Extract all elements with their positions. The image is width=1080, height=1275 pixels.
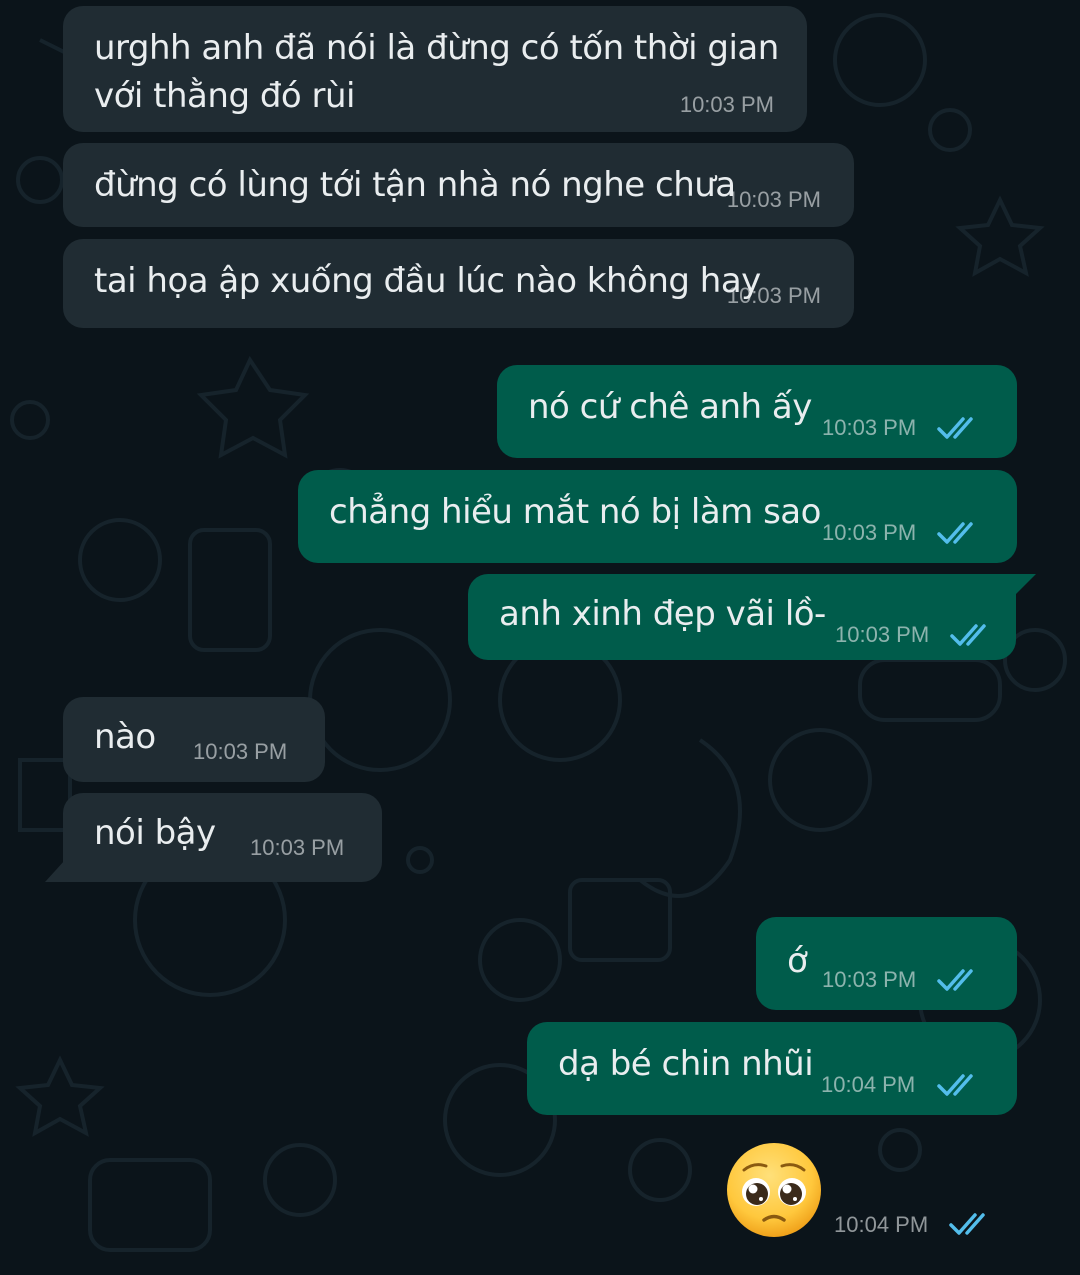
message-text: nào: [94, 717, 156, 757]
message-text: ớ: [787, 941, 808, 981]
message-outgoing[interactable]: chẳng hiểu mắt nó bị làm sao 10:03 PM: [298, 470, 1017, 563]
message-time: 10:03 PM: [250, 835, 345, 860]
message-time: 10:04 PM: [834, 1212, 929, 1237]
message-outgoing-emoji[interactable]: 10:04 PM: [720, 1140, 1010, 1250]
message-text: tai họa ập xuống đầu lúc nào không hay: [94, 261, 761, 301]
pleading-face-emoji: [727, 1143, 821, 1237]
message-outgoing[interactable]: anh xinh đẹp vãi lồ- 10:03 PM: [468, 574, 1036, 660]
message-incoming[interactable]: urghh anh đã nói là đừng có tốn thời gia…: [63, 6, 807, 132]
message-text: nó cứ chê anh ấy: [528, 387, 812, 427]
message-incoming[interactable]: đừng có lùng tới tận nhà nó nghe chưa 10…: [63, 143, 854, 227]
message-text: chẳng hiểu mắt nó bị làm sao: [329, 492, 821, 532]
message-time: 10:03 PM: [193, 739, 288, 764]
double-check-icon: [937, 417, 973, 439]
double-check-icon: [950, 624, 986, 646]
message-time: 10:03 PM: [726, 187, 821, 212]
message-time: 10:04 PM: [821, 1072, 916, 1097]
message-outgoing[interactable]: ớ 10:03 PM: [756, 917, 1017, 1010]
message-time: 10:03 PM: [822, 415, 917, 440]
message-text: dạ bé chin nhũi: [558, 1044, 814, 1084]
message-incoming[interactable]: nói bậy 10:03 PM: [45, 793, 382, 882]
message-time: 10:03 PM: [822, 967, 917, 992]
double-check-icon: [937, 522, 973, 544]
double-check-icon: [937, 969, 973, 991]
message-incoming[interactable]: nào 10:03 PM: [63, 697, 325, 782]
message-incoming[interactable]: tai họa ập xuống đầu lúc nào không hay 1…: [63, 239, 854, 328]
message-outgoing[interactable]: nó cứ chê anh ấy 10:03 PM: [497, 365, 1017, 458]
message-time: 10:03 PM: [822, 520, 917, 545]
message-outgoing[interactable]: dạ bé chin nhũi 10:04 PM: [527, 1022, 1017, 1115]
message-text: anh xinh đẹp vãi lồ-: [499, 594, 826, 634]
message-time: 10:03 PM: [835, 622, 930, 647]
double-check-icon: [937, 1074, 973, 1096]
message-text: nói bậy: [94, 813, 216, 853]
bubble-tail: [45, 860, 65, 882]
message-time: 10:03 PM: [726, 283, 821, 308]
message-text: urghh anh đã nói là đừng có tốn thời gia…: [94, 28, 779, 116]
bubble-tail: [1014, 574, 1036, 596]
message-text: đừng có lùng tới tận nhà nó nghe chưa: [94, 165, 736, 205]
message-time: 10:03 PM: [679, 92, 774, 117]
double-check-icon: [949, 1213, 985, 1235]
